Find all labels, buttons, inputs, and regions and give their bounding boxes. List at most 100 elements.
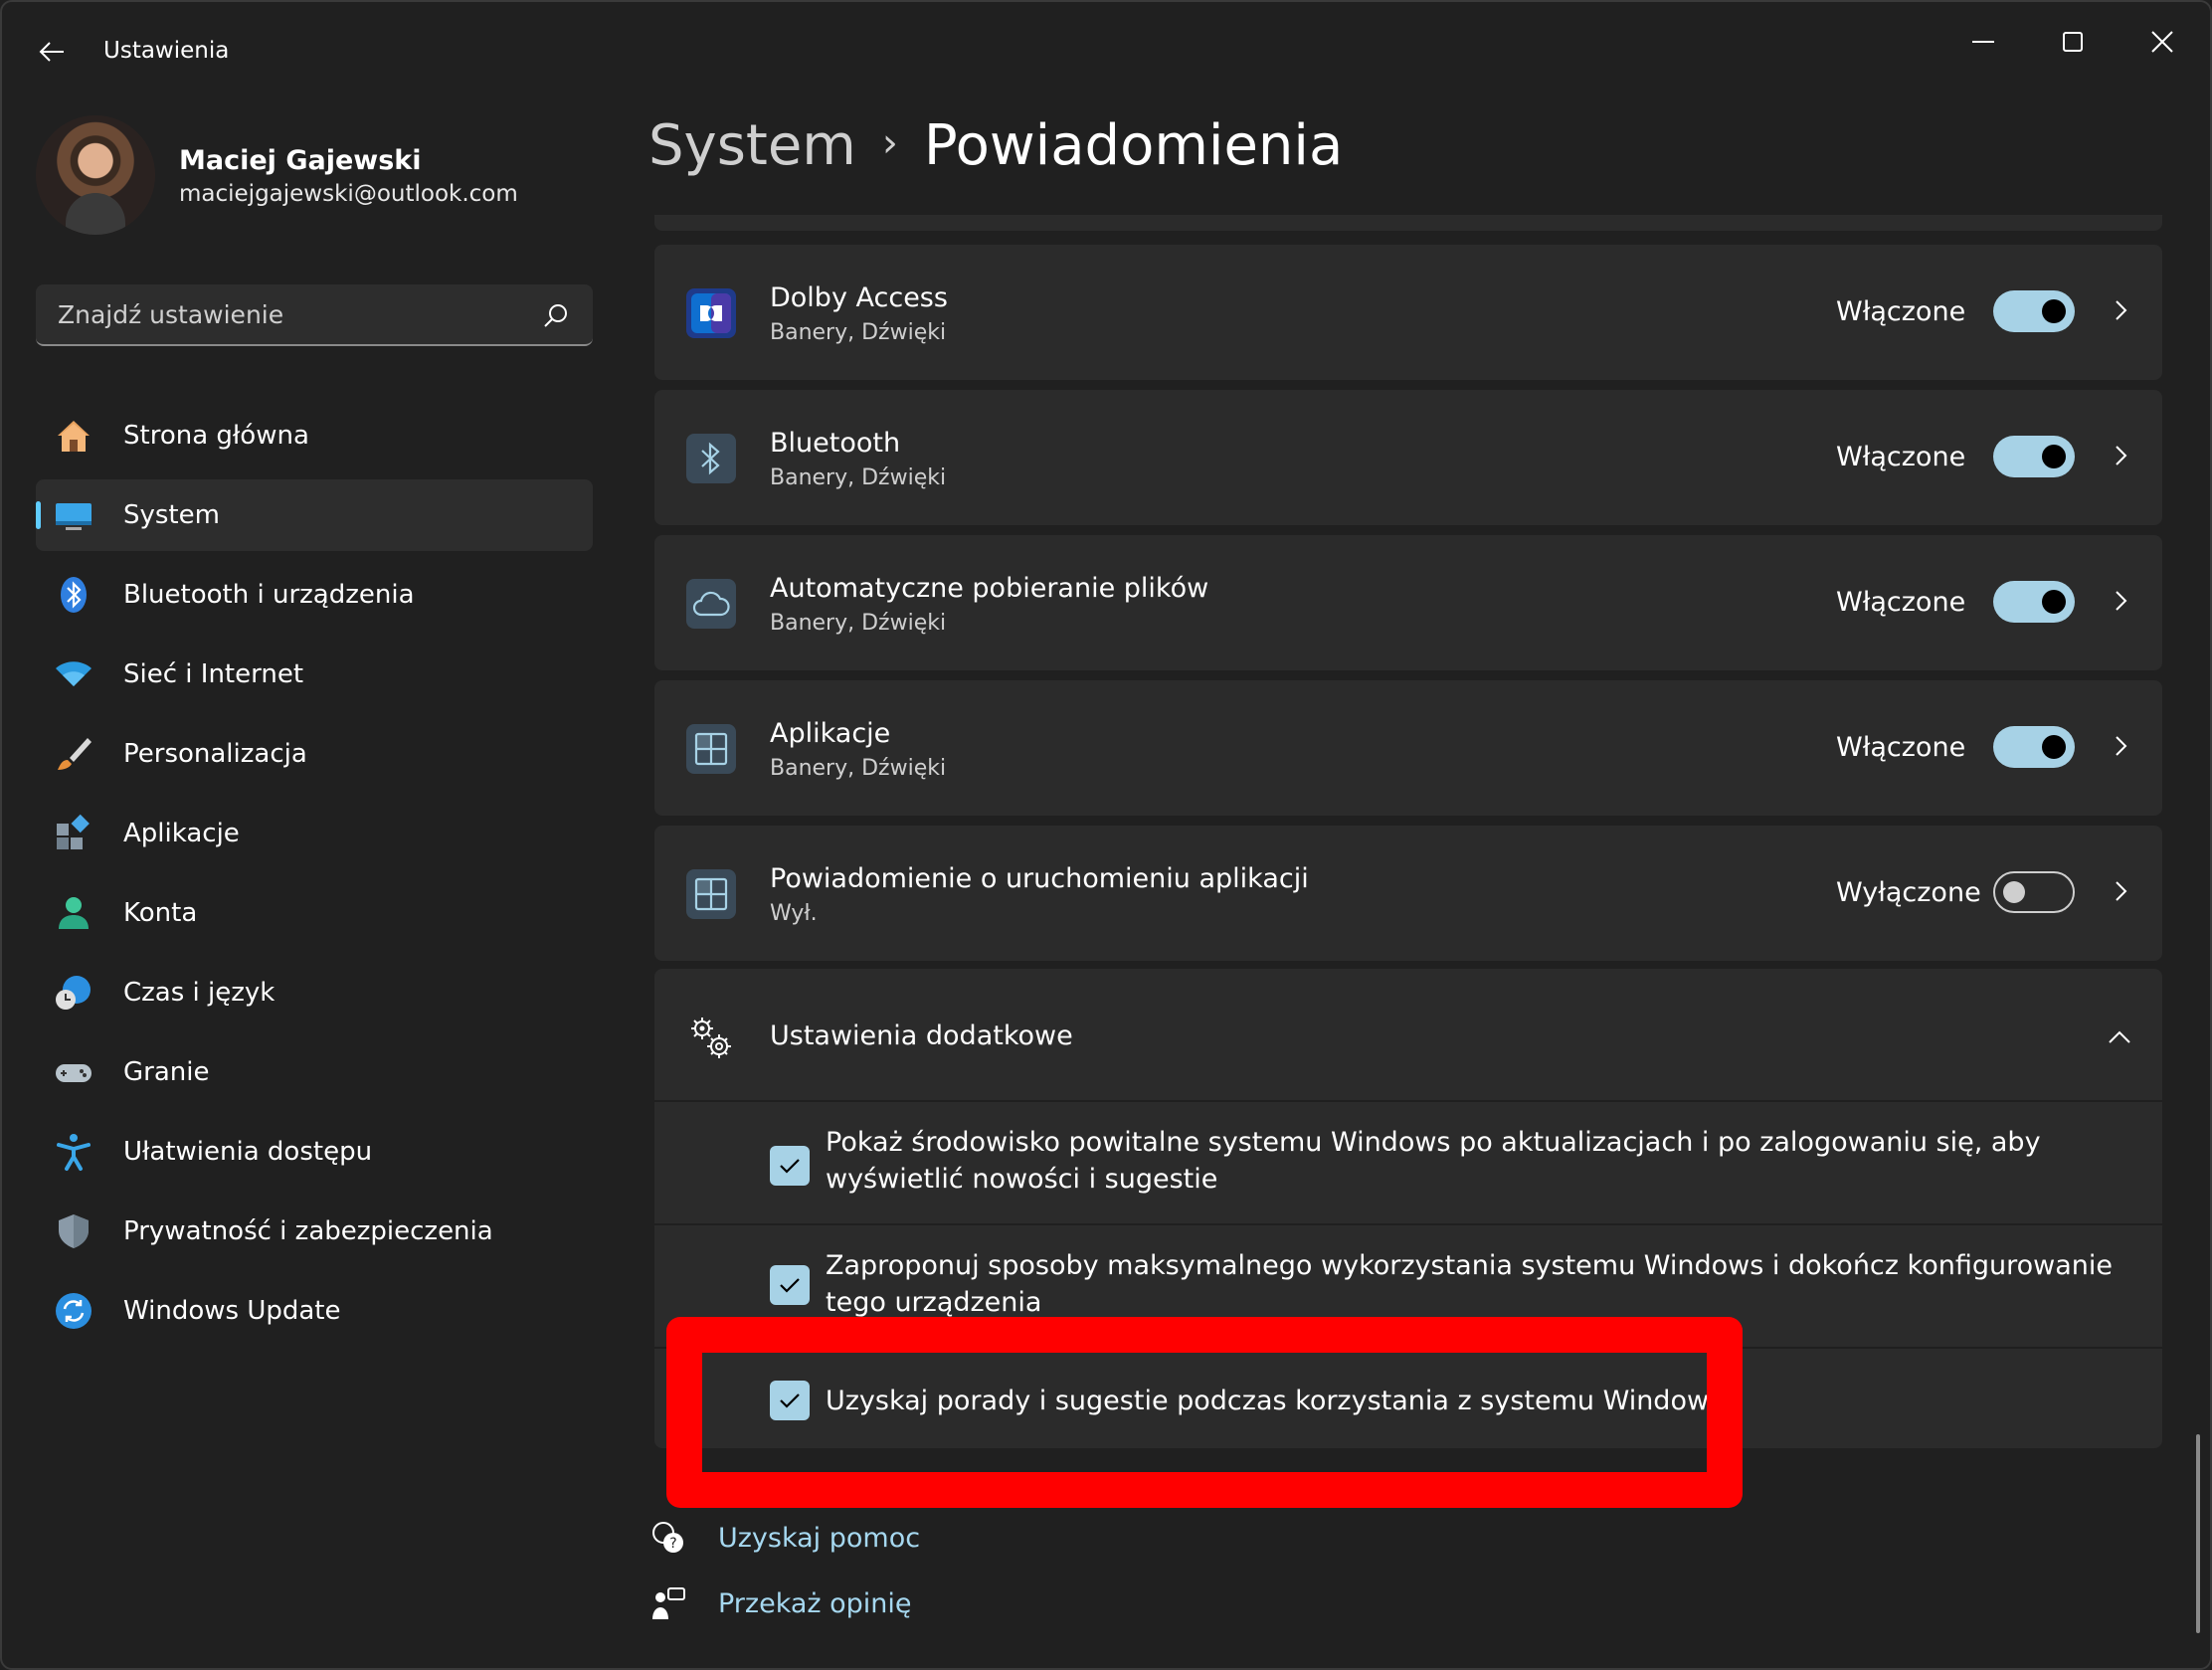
chevron-right-icon[interactable] (2107, 732, 2134, 760)
sidebar-item-label: Granie (123, 1057, 210, 1087)
close-icon (2151, 31, 2173, 53)
sidebar-item-label: Ułatwienia dostępu (123, 1137, 373, 1167)
app-subtitle: Banery, Dźwięki (770, 611, 947, 636)
shield-icon (54, 1211, 93, 1251)
brush-icon (54, 734, 93, 774)
app-title: Aplikacje (770, 718, 891, 749)
user-email: maciejgajewski@outlook.com (179, 181, 518, 207)
checkmark-icon (780, 1278, 800, 1293)
get-help-label: Uzyskaj pomoc (718, 1522, 921, 1554)
app-grid-icon (686, 724, 736, 774)
app-title: Powiadomienie o uruchomieniu aplikacji (770, 863, 1309, 894)
app-notification-card[interactable]: Dolby Access Banery, Dźwięki Włączone (654, 245, 2162, 380)
dolby-icon (686, 288, 736, 338)
gamepad-icon (54, 1052, 93, 1092)
breadcrumb: System › Powiadomienia (648, 113, 1343, 178)
additional-settings-expander: Ustawienia dodatkowe Pokaż środowisko po… (654, 969, 2162, 1448)
option-checkbox[interactable] (770, 1381, 810, 1420)
sidebar-item-apps[interactable]: Aplikacje (36, 798, 593, 869)
sidebar-item-home[interactable]: Strona główna (36, 400, 593, 471)
additional-settings-title: Ustawienia dodatkowe (770, 1021, 1073, 1051)
gears-icon (691, 1018, 731, 1058)
toggle-state-label: Wyłączone (1836, 877, 1981, 908)
sidebar-item-label: Bluetooth i urządzenia (123, 580, 415, 610)
feedback-label: Przekaż opinię (718, 1587, 912, 1619)
checkmark-icon (780, 1159, 800, 1174)
sidebar-nav: Strona główna System Bluetooth i urządze… (36, 400, 593, 1355)
breadcrumb-parent[interactable]: System (648, 113, 856, 178)
notification-toggle[interactable] (1993, 436, 2075, 477)
app-notification-card[interactable]: Automatyczne pobieranie plików Banery, D… (654, 535, 2162, 670)
toggle-state-label: Włączone (1836, 587, 1966, 618)
sidebar-item-personalization[interactable]: Personalizacja (36, 718, 593, 790)
breadcrumb-separator: › (881, 119, 898, 166)
back-arrow-icon (39, 42, 64, 62)
maximize-icon (2063, 32, 2083, 52)
minimize-button[interactable] (1939, 14, 2027, 70)
sidebar-item-label: Strona główna (123, 421, 309, 451)
settings-window: Ustawienia Maciej Gajewski maciejgajewsk… (0, 0, 2212, 1670)
sidebar-item-network[interactable]: Sieć i Internet (36, 639, 593, 710)
notification-toggle[interactable] (1993, 290, 2075, 332)
option-label: Zaproponuj sposoby maksymalnego wykorzys… (826, 1250, 2113, 1318)
app-title: Dolby Access (770, 282, 948, 313)
app-notification-card[interactable]: Aplikacje Banery, Dźwięki Włączone (654, 680, 2162, 816)
chevron-up-icon[interactable] (2105, 1022, 2134, 1052)
search-placeholder: Znajdź ustawienie (58, 300, 284, 329)
notification-toggle[interactable] (1993, 581, 2075, 623)
maximize-button[interactable] (2029, 14, 2117, 70)
option-label: Pokaż środowisko powitalne systemu Windo… (826, 1127, 2041, 1195)
get-help-link[interactable]: ? Uzyskaj pomoc (648, 1518, 920, 1558)
sidebar-item-privacy[interactable]: Prywatność i zabezpieczenia (36, 1196, 593, 1267)
scrollbar[interactable] (2196, 1434, 2200, 1633)
wifi-icon (54, 654, 93, 694)
app-subtitle: Banery, Dźwięki (770, 756, 947, 781)
update-icon (54, 1291, 93, 1331)
sidebar-item-label: Czas i język (123, 978, 276, 1008)
user-name: Maciej Gajewski (179, 145, 422, 176)
additional-settings-header[interactable]: Ustawienia dodatkowe (654, 969, 2162, 1102)
accessibility-icon (54, 1132, 93, 1172)
sidebar-item-accounts[interactable]: Konta (36, 877, 593, 949)
option-checkbox[interactable] (770, 1146, 810, 1186)
option-row: Uzyskaj porady i sugestie podczas korzys… (654, 1351, 2162, 1448)
feedback-link[interactable]: Przekaż opinię (648, 1583, 912, 1623)
sidebar-item-accessibility[interactable]: Ułatwienia dostępu (36, 1116, 593, 1188)
app-subtitle: Banery, Dźwięki (770, 320, 947, 345)
back-button[interactable] (30, 30, 74, 74)
search-input[interactable]: Znajdź ustawienie (36, 284, 593, 346)
chevron-right-icon[interactable] (2107, 587, 2134, 615)
notification-toggle[interactable] (1993, 871, 2075, 913)
sidebar-item-label: Personalizacja (123, 739, 307, 769)
toggle-state-label: Włączone (1836, 296, 1966, 327)
toggle-state-label: Włączone (1836, 732, 1966, 763)
app-subtitle: Wył. (770, 901, 818, 926)
sidebar-item-system[interactable]: System (36, 479, 593, 551)
close-button[interactable] (2119, 14, 2206, 70)
app-title: Automatyczne pobieranie plików (770, 573, 1209, 604)
chevron-right-icon[interactable] (2107, 296, 2134, 324)
app-notification-card[interactable]: Bluetooth Banery, Dźwięki Włączone (654, 390, 2162, 525)
globe-clock-icon (54, 973, 93, 1013)
help-icon: ? (648, 1518, 688, 1558)
sidebar-item-label: Aplikacje (123, 819, 240, 848)
app-subtitle: Banery, Dźwięki (770, 465, 947, 490)
avatar[interactable] (36, 115, 155, 235)
toggle-state-label: Włączone (1836, 442, 1966, 472)
option-checkbox[interactable] (770, 1265, 810, 1305)
chevron-right-icon[interactable] (2107, 877, 2134, 905)
sidebar-item-label: Konta (123, 898, 198, 928)
sidebar-item-gaming[interactable]: Granie (36, 1036, 593, 1108)
chevron-right-icon[interactable] (2107, 442, 2134, 469)
notification-toggle[interactable] (1993, 726, 2075, 768)
search-icon (544, 304, 567, 327)
sidebar-item-time-language[interactable]: Czas i język (36, 957, 593, 1028)
feedback-icon (648, 1583, 688, 1623)
page-title: Powiadomienia (923, 113, 1344, 178)
sidebar-item-bluetooth[interactable]: Bluetooth i urządzenia (36, 559, 593, 631)
app-notification-card[interactable]: Powiadomienie o uruchomieniu aplikacji W… (654, 826, 2162, 961)
cloud-icon (686, 579, 736, 629)
bluetooth-icon (686, 434, 736, 483)
title-bar: Ustawienia (2, 2, 2210, 101)
sidebar-item-windows-update[interactable]: Windows Update (36, 1275, 593, 1347)
